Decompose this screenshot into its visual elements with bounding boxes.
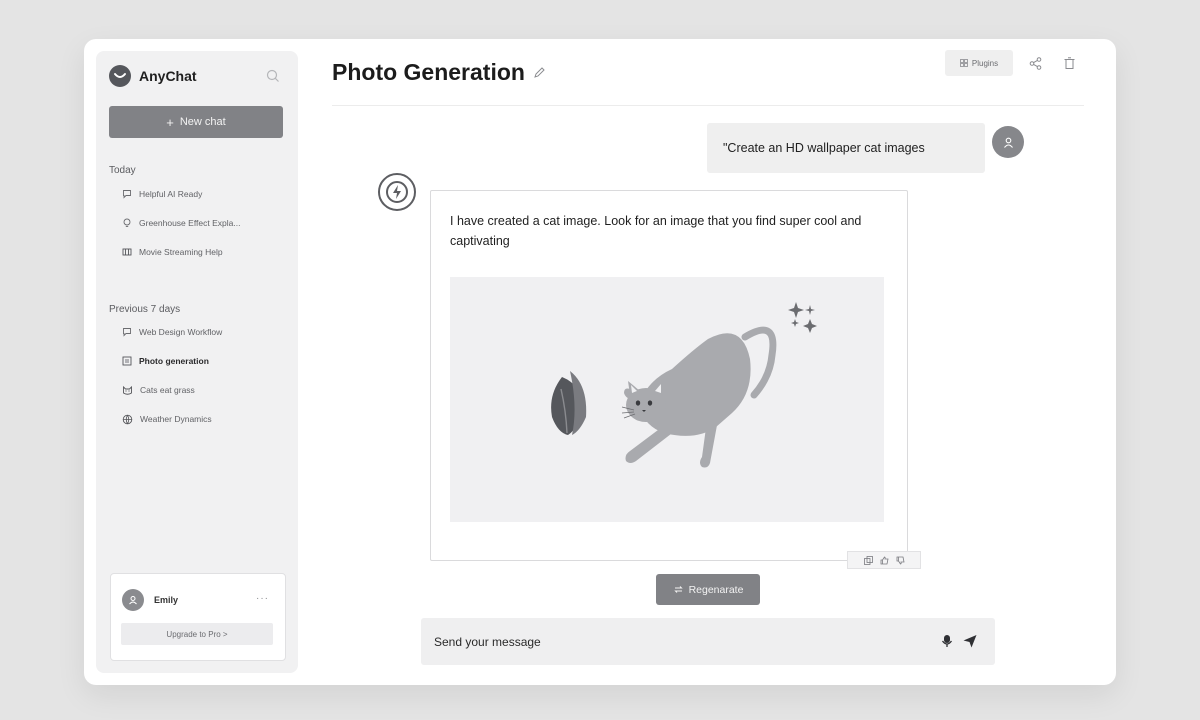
app-name: AnyChat — [139, 68, 197, 84]
sidebar-item-label: Cats eat grass — [140, 385, 195, 395]
regenerate-label: Regenarate — [688, 583, 744, 596]
header-divider — [332, 105, 1084, 106]
assistant-message-text: I have created a cat image. Look for an … — [450, 214, 862, 248]
sidebar-item-label: Greenhouse Effect Expla... — [139, 218, 241, 228]
section-label-today: Today — [109, 165, 136, 176]
leaf-icon — [551, 371, 587, 435]
trash-icon[interactable] — [1062, 56, 1077, 71]
user-icon — [1003, 137, 1013, 148]
chat-bubble-icon — [123, 328, 131, 337]
image-icon — [122, 356, 132, 366]
lightning-icon — [386, 181, 408, 203]
plus-icon: + — [166, 114, 174, 130]
page-title: Photo Generation — [332, 59, 525, 85]
grid-icon — [959, 59, 968, 67]
microphone-icon[interactable] — [939, 633, 955, 649]
thumbs-up-icon[interactable] — [880, 556, 889, 565]
lightbulb-icon — [123, 218, 131, 227]
pencil-icon[interactable] — [533, 66, 546, 79]
regenerate-button[interactable]: Regenarate — [656, 574, 760, 605]
assistant-message: I have created a cat image. Look for an … — [430, 190, 908, 561]
sidebar-item-label: Web Design Workflow — [139, 327, 223, 337]
cat-illustration — [551, 302, 817, 468]
sidebar: AnyChat + New chat Today Helpful AI Read… — [96, 51, 298, 673]
user-message: "Create an HD wallpaper cat images — [707, 123, 985, 173]
user-message-text: "Create an HD wallpaper cat images — [723, 141, 925, 155]
user-card: Emily ··· Upgrade to Pro > — [110, 573, 286, 661]
upgrade-button[interactable]: Upgrade to Pro > — [121, 623, 273, 645]
sparkle-icon — [805, 305, 815, 315]
sidebar-item-label: Movie Streaming Help — [139, 247, 223, 257]
generated-cat-image[interactable] — [450, 277, 884, 522]
message-composer — [421, 618, 995, 665]
chat-bubble-icon — [123, 190, 131, 199]
refresh-icon — [673, 586, 683, 593]
sparkle-icon — [791, 319, 799, 327]
sidebar-item-photo-generation[interactable]: Photo generation — [122, 352, 282, 370]
sidebar-item-label: Weather Dynamics — [140, 414, 212, 424]
sidebar-item-web-design[interactable]: Web Design Workflow — [122, 323, 282, 341]
message-input[interactable] — [434, 630, 914, 653]
sidebar-item-label: Helpful AI Ready — [139, 189, 203, 199]
page-title-row: Photo Generation — [332, 59, 546, 86]
plugins-label: Plugins — [971, 58, 999, 68]
brand: AnyChat — [109, 65, 197, 87]
message-feedback — [847, 551, 921, 569]
avatar[interactable] — [122, 589, 144, 611]
sidebar-item-cats-eat-grass[interactable]: Cats eat grass — [122, 381, 282, 399]
film-icon — [122, 248, 132, 256]
user-name: Emily — [154, 595, 179, 605]
sidebar-item-label: Photo generation — [139, 356, 209, 366]
new-chat-button[interactable]: + New chat — [109, 106, 283, 138]
send-icon[interactable] — [962, 633, 978, 649]
search-icon[interactable] — [266, 69, 280, 83]
sidebar-item-greenhouse[interactable]: Greenhouse Effect Expla... — [122, 214, 282, 232]
cat-icon — [123, 385, 132, 395]
sidebar-item-movie[interactable]: Movie Streaming Help — [122, 243, 282, 261]
copy-icon[interactable] — [863, 555, 873, 565]
user-avatar — [992, 126, 1024, 158]
more-options-button[interactable]: ··· — [256, 593, 269, 604]
assistant-avatar — [378, 173, 416, 211]
share-icon[interactable] — [1028, 56, 1043, 71]
sparkle-icon — [803, 319, 817, 333]
thumbs-down-icon[interactable] — [896, 556, 905, 565]
section-label-previous-7-days: Previous 7 days — [109, 304, 181, 315]
plugins-button[interactable]: Plugins — [945, 50, 1013, 76]
sidebar-item-helpful-ai[interactable]: Helpful AI Ready — [122, 185, 282, 203]
new-chat-label: New chat — [179, 116, 226, 128]
user-icon — [129, 596, 137, 605]
sparkle-icon — [788, 302, 804, 318]
app-window: AnyChat + New chat Today Helpful AI Read… — [84, 39, 1116, 685]
sidebar-item-weather[interactable]: Weather Dynamics — [122, 410, 282, 428]
chat-logo-icon — [109, 65, 131, 87]
globe-icon — [122, 414, 133, 424]
